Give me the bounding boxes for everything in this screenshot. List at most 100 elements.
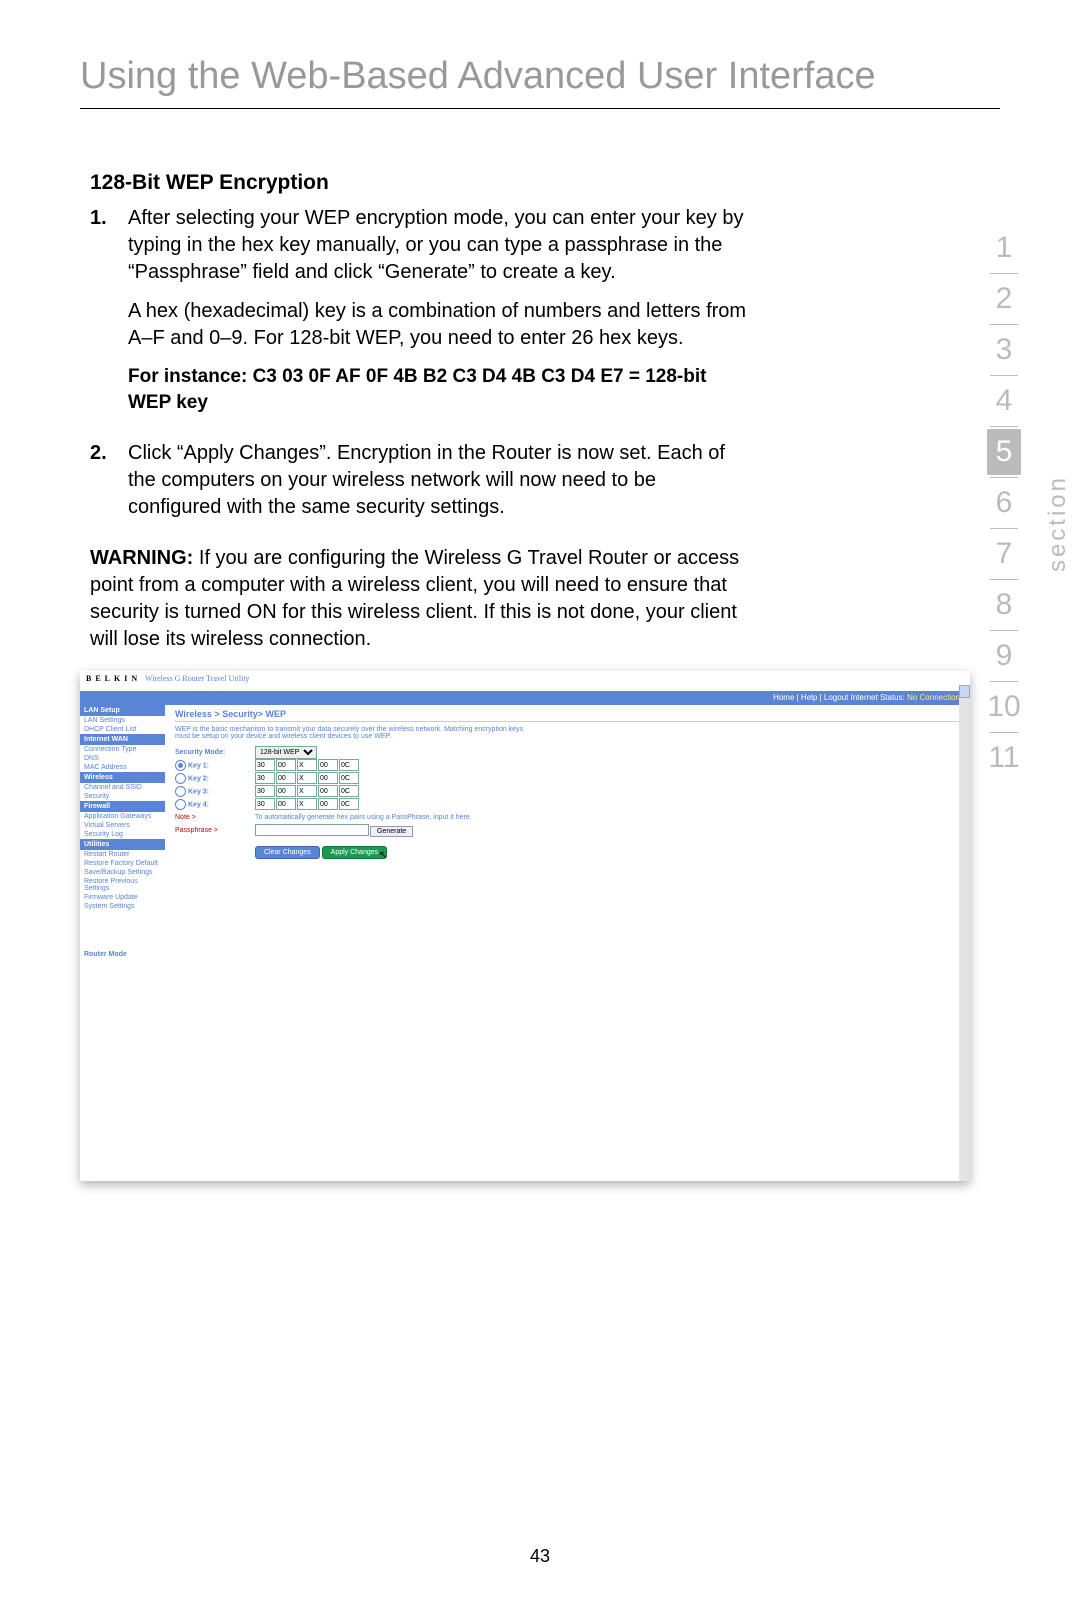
key-cell[interactable]	[339, 798, 359, 810]
step-1-example: For instance: C3 03 0F AF 0F 4B B2 C3 D4…	[128, 364, 750, 415]
warning-paragraph: WARNING: If you are configuring the Wire…	[90, 545, 750, 653]
key3-radio[interactable]	[175, 786, 186, 797]
key-cell[interactable]	[255, 772, 275, 784]
key1-label: Key 1:	[175, 760, 255, 771]
sidebar-item[interactable]: Connection Type	[80, 745, 165, 754]
scrollbar[interactable]	[959, 685, 970, 1181]
sidebar-item[interactable]: Restart Router	[80, 850, 165, 859]
step-2-number: 2.	[90, 440, 128, 533]
section-nav: 1 2 3 4 5 6 7 8 9 10 11	[964, 225, 1044, 781]
key4-radio[interactable]	[175, 799, 186, 810]
section-nav-8[interactable]: 8	[964, 582, 1044, 628]
sidebar-item[interactable]: System Settings	[80, 902, 165, 911]
generate-button[interactable]: Generate	[370, 826, 413, 837]
sidebar-item[interactable]: Security	[80, 792, 165, 801]
shot-sidebar: LAN Setup LAN Settings DHCP Client List …	[80, 705, 165, 958]
security-mode-label: Security Mode:	[175, 749, 255, 756]
sidebar-item[interactable]: Channel and SSID	[80, 783, 165, 792]
section-nav-4[interactable]: 4	[964, 378, 1044, 424]
page-number: 43	[0, 1546, 1080, 1567]
sidebar-item[interactable]: Restore Previous Settings	[80, 877, 165, 893]
key-cell[interactable]	[339, 759, 359, 771]
shot-topbar: BELKIN Wireless G Router Travel Utility	[80, 671, 970, 691]
step-1-number: 1.	[90, 205, 128, 427]
internet-status: No Connection	[907, 693, 960, 702]
key-cell[interactable]	[276, 798, 296, 810]
section-nav-6[interactable]: 6	[964, 480, 1044, 526]
key-cell[interactable]	[318, 772, 338, 784]
sidebar-item[interactable]: Firmware Update	[80, 893, 165, 902]
step-2-p1: Click “Apply Changes”. Encryption in the…	[128, 440, 750, 521]
bluebar-links[interactable]: Home | Help | Logout Internet Status:	[773, 693, 907, 702]
shot-main: Wireless > Security> WEP WEP is the basi…	[165, 705, 970, 958]
step-1-p2: A hex (hexadecimal) key is a combination…	[128, 298, 750, 352]
key4-label: Key 4:	[175, 799, 255, 810]
key-cell[interactable]	[297, 785, 317, 797]
key-cell[interactable]	[255, 759, 275, 771]
step-1: 1. After selecting your WEP encryption m…	[90, 205, 750, 427]
passphrase-label: Passphrase >	[175, 827, 255, 834]
router-mode-label: Router Mode	[80, 951, 165, 958]
key-cell[interactable]	[318, 785, 338, 797]
router-ui-screenshot: BELKIN Wireless G Router Travel Utility …	[80, 671, 970, 1181]
sidebar-item[interactable]: Application Gateways	[80, 812, 165, 821]
key1-radio[interactable]	[175, 760, 186, 771]
section-nav-9[interactable]: 9	[964, 633, 1044, 679]
key-cell[interactable]	[255, 785, 275, 797]
breadcrumb: Wireless > Security> WEP	[175, 709, 960, 722]
note-label: Note >	[175, 814, 255, 821]
clear-changes-button[interactable]: Clear Changes	[255, 846, 320, 859]
shot-bluebar: Home | Help | Logout Internet Status: No…	[80, 691, 970, 705]
security-mode-select[interactable]: 128-bit WEP	[255, 746, 317, 759]
sidebar-item[interactable]: Restore Factory Default	[80, 859, 165, 868]
section-heading: 128-Bit WEP Encryption	[90, 169, 750, 197]
section-nav-2[interactable]: 2	[964, 276, 1044, 322]
key-cell[interactable]	[339, 772, 359, 784]
key2-label: Key 2:	[175, 773, 255, 784]
key-cell[interactable]	[297, 772, 317, 784]
key-cell[interactable]	[255, 798, 275, 810]
sidebar-item[interactable]: MAC Address	[80, 763, 165, 772]
sidebar-item[interactable]: Virtual Servers	[80, 821, 165, 830]
section-nav-5[interactable]: 5	[987, 429, 1021, 475]
key2-radio[interactable]	[175, 773, 186, 784]
sidebar-item[interactable]: DNS	[80, 754, 165, 763]
sidebar-hdr-lan: LAN Setup	[80, 705, 165, 716]
key3-label: Key 3:	[175, 786, 255, 797]
page-title: Using the Web-Based Advanced User Interf…	[80, 55, 1000, 109]
key-cell[interactable]	[318, 798, 338, 810]
step-2-body: Click “Apply Changes”. Encryption in the…	[128, 440, 750, 533]
brand-logo: BELKIN	[86, 674, 141, 683]
section-nav-10[interactable]: 10	[964, 684, 1044, 730]
sidebar-hdr-wan: Internet WAN	[80, 734, 165, 745]
key-cell[interactable]	[276, 772, 296, 784]
sidebar-item[interactable]: DHCP Client List	[80, 725, 165, 734]
sidebar-hdr-wireless: Wireless	[80, 772, 165, 783]
sidebar-hdr-firewall: Firewall	[80, 801, 165, 812]
note-text: To automatically generate hex pairs usin…	[255, 814, 472, 821]
step-1-p1: After selecting your WEP encryption mode…	[128, 205, 750, 286]
step-1-body: After selecting your WEP encryption mode…	[128, 205, 750, 427]
key-cell[interactable]	[318, 759, 338, 771]
section-label: section	[1044, 475, 1072, 572]
wep-description: WEP is the basic mechanism to transmit y…	[175, 726, 535, 740]
section-nav-11[interactable]: 11	[964, 735, 1044, 781]
sidebar-item[interactable]: Save/Backup Settings	[80, 868, 165, 877]
key-cell[interactable]	[276, 759, 296, 771]
section-nav-1[interactable]: 1	[964, 225, 1044, 271]
key-cell[interactable]	[339, 785, 359, 797]
content: 128-Bit WEP Encryption 1. After selectin…	[90, 169, 750, 653]
warning-label: WARNING:	[90, 547, 193, 569]
key-cell[interactable]	[297, 798, 317, 810]
apply-changes-button[interactable]: Apply Changes	[322, 846, 387, 859]
passphrase-input[interactable]	[255, 824, 369, 836]
sidebar-item[interactable]: LAN Settings	[80, 716, 165, 725]
key-cell[interactable]	[276, 785, 296, 797]
section-nav-7[interactable]: 7	[964, 531, 1044, 577]
section-nav-3[interactable]: 3	[964, 327, 1044, 373]
brand-subtitle: Wireless G Router Travel Utility	[145, 674, 250, 683]
step-2: 2. Click “Apply Changes”. Encryption in …	[90, 440, 750, 533]
key-cell[interactable]	[297, 759, 317, 771]
sidebar-item[interactable]: Security Log	[80, 830, 165, 839]
sidebar-hdr-utilities: Utilities	[80, 839, 165, 850]
